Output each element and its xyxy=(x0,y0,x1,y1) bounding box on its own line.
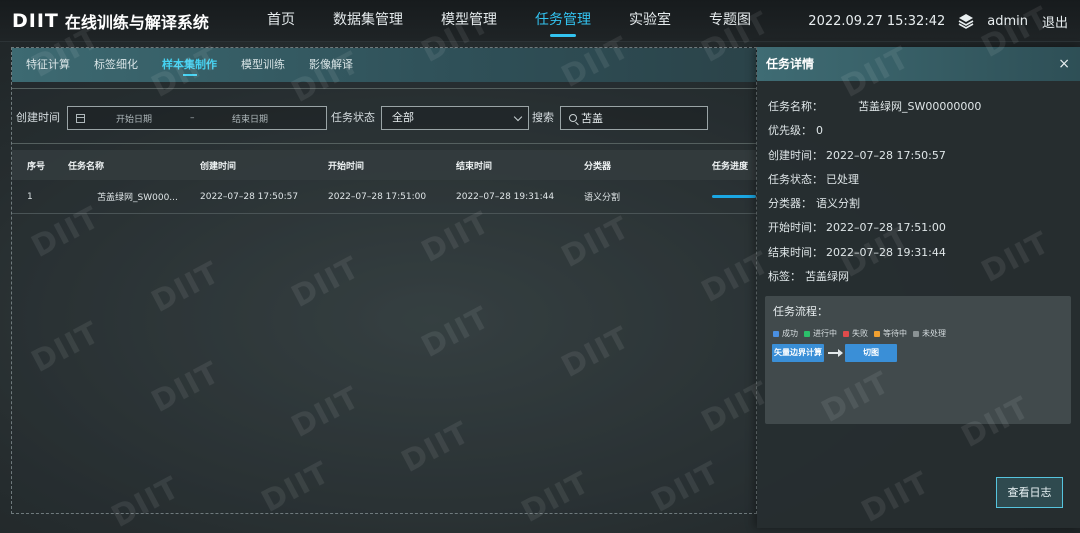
nav-item-thematic-map[interactable]: 专题图 xyxy=(690,0,770,42)
field-value: 2022–07–28 19:31:44 xyxy=(826,245,946,259)
field-value: 0 xyxy=(816,124,823,138)
start-date-input[interactable]: 开始日期 xyxy=(116,112,152,125)
field-created: 创建时间： 2022–07–28 17:50:57 xyxy=(768,147,981,171)
field-value: 苫盖绿网_SW00000000 xyxy=(858,100,982,113)
field-tag: 标签： 苫盖绿网 xyxy=(768,268,981,292)
table-header: 序号 任务名称 创建时间 开始时间 结束时间 分类器 任务进度 xyxy=(12,150,756,180)
field-value: 已处理 xyxy=(826,172,859,186)
status-select-value: 全部 xyxy=(392,111,414,124)
nav-item-lab[interactable]: 实验室 xyxy=(610,0,690,42)
progress-bar xyxy=(712,195,756,198)
legend-success: 成功 xyxy=(773,328,798,339)
cell-end: 2022–07–28 19:31:44 xyxy=(456,191,555,202)
col-index: 序号 xyxy=(27,161,46,172)
search-input[interactable] xyxy=(581,111,701,125)
col-created: 创建时间 xyxy=(200,161,237,172)
view-log-button[interactable]: 查看日志 xyxy=(996,477,1063,508)
field-value: 2022–07–28 17:50:57 xyxy=(826,148,946,162)
search-icon xyxy=(569,114,577,122)
cell-progress xyxy=(712,195,756,198)
logo: DIIT xyxy=(12,10,59,32)
col-task-name: 任务名称 xyxy=(68,161,105,172)
search-field[interactable] xyxy=(560,106,708,130)
col-classifier: 分类器 xyxy=(584,161,612,172)
field-value: 语义分割 xyxy=(816,197,860,211)
task-list-panel: 特征计算 标签细化 样本集制作 模型训练 影像解译 创建时间 开始日期 – 结束… xyxy=(11,47,757,514)
field-key: 结束时间： xyxy=(768,245,823,259)
cell-created: 2022–07–28 17:50:57 xyxy=(200,191,299,202)
field-key: 任务名称： xyxy=(768,100,823,113)
tab-label-refine[interactable]: 标签细化 xyxy=(82,48,150,82)
field-key: 任务状态： xyxy=(768,172,823,186)
arrow-right-icon xyxy=(828,349,843,357)
tab-model-train[interactable]: 模型训练 xyxy=(229,48,297,82)
flow-step-tiling[interactable]: 切图 xyxy=(845,344,897,362)
detail-header: 任务详情 × xyxy=(757,47,1080,81)
flow-step-vector-boundary[interactable]: 矢量边界计算 xyxy=(772,344,824,362)
field-status: 任务状态： 已处理 xyxy=(768,171,981,195)
field-value: 2022–07–28 17:51:00 xyxy=(826,221,946,235)
legend-pending: 未处理 xyxy=(913,328,946,339)
field-key: 标签： xyxy=(768,270,801,284)
nav-item-home[interactable]: 首页 xyxy=(248,0,314,42)
date-range-picker[interactable]: 开始日期 – 结束日期 xyxy=(67,106,327,130)
cell-task-name[interactable]: 苫盖绿网_SW000... xyxy=(68,190,200,203)
table-row[interactable]: 1 苫盖绿网_SW000... 2022–07–28 17:50:57 2022… xyxy=(12,180,756,214)
field-end: 结束时间： 2022–07–28 19:31:44 xyxy=(768,244,981,268)
layers-icon[interactable] xyxy=(958,13,974,29)
tab-feature-calc[interactable]: 特征计算 xyxy=(14,48,82,82)
nav-item-model-management[interactable]: 模型管理 xyxy=(422,0,516,42)
field-start: 开始时间： 2022–07–28 17:51:00 xyxy=(768,219,981,243)
field-value: 苫盖绿网 xyxy=(805,270,849,284)
field-key: 优先级： xyxy=(768,124,812,138)
legend-waiting: 等待中 xyxy=(874,328,907,339)
field-classifier: 分类器： 语义分割 xyxy=(768,195,981,219)
cell-classifier: 语义分割 xyxy=(584,193,621,203)
task-flow: 任务流程： 成功 进行中 失败 等待中 未处理 矢量边界计算 切图 xyxy=(765,296,1071,424)
field-key: 分类器： xyxy=(768,197,812,211)
cell-index: 1 xyxy=(27,191,33,202)
cell-start: 2022–07–28 17:51:00 xyxy=(328,191,427,202)
range-separator: – xyxy=(190,113,195,123)
detail-fields: 任务名称： 苫盖绿网_SW00000000 优先级： 0 创建时间： 2022–07–… xyxy=(768,98,981,292)
nav-item-task-management[interactable]: 任务管理 xyxy=(516,0,610,42)
close-icon[interactable]: × xyxy=(1058,47,1070,81)
datetime: 2022.09.27 15:32:42 xyxy=(808,13,946,29)
legend-failed: 失败 xyxy=(843,328,868,339)
app-title: 在线训练与解译系统 xyxy=(64,13,209,32)
field-key: 创建时间： xyxy=(768,148,823,162)
flow-legend: 成功 进行中 失败 等待中 未处理 xyxy=(773,328,952,339)
col-progress: 任务进度 xyxy=(712,161,749,172)
legend-running: 进行中 xyxy=(804,328,837,339)
search-label: 搜索 xyxy=(532,111,554,124)
username[interactable]: admin xyxy=(987,14,1028,29)
brand[interactable]: DIIT 在线训练与解译系统 xyxy=(12,9,209,33)
col-start: 开始时间 xyxy=(328,161,365,172)
calendar-icon xyxy=(76,113,85,123)
detail-title: 任务详情 xyxy=(766,57,815,71)
col-end: 结束时间 xyxy=(456,161,493,172)
created-time-label: 创建时间 xyxy=(16,111,60,124)
header-right: 2022.09.27 15:32:42 admin 退出 xyxy=(808,0,1068,42)
field-priority: 优先级： 0 xyxy=(768,122,981,146)
end-date-input[interactable]: 结束日期 xyxy=(232,112,268,125)
task-table: 序号 任务名称 创建时间 开始时间 结束时间 分类器 任务进度 1 苫盖绿网_S… xyxy=(12,150,756,214)
flow-title: 任务流程： xyxy=(773,305,828,318)
tab-sample-set[interactable]: 样本集制作 xyxy=(150,48,229,82)
status-select[interactable]: 全部 xyxy=(381,106,529,130)
tab-image-interpret[interactable]: 影像解译 xyxy=(297,48,365,82)
field-key: 开始时间： xyxy=(768,221,823,235)
status-label: 任务状态 xyxy=(331,111,375,124)
main-nav: 首页 数据集管理 模型管理 任务管理 实验室 专题图 xyxy=(248,0,770,42)
top-navbar: DIIT 在线训练与解译系统 首页 数据集管理 模型管理 任务管理 实验室 专题… xyxy=(0,0,1080,42)
subtab-bar: 特征计算 标签细化 样本集制作 模型训练 影像解译 xyxy=(12,48,756,82)
nav-item-dataset-management[interactable]: 数据集管理 xyxy=(314,0,422,42)
field-task-name: 任务名称： 苫盖绿网_SW00000000 xyxy=(768,98,981,122)
task-detail-panel: 任务详情 × 任务名称： 苫盖绿网_SW00000000 优先级： 0 创建时间： 2… xyxy=(757,47,1080,528)
logout-link[interactable]: 退出 xyxy=(1042,12,1068,31)
filter-bar: 创建时间 开始日期 – 结束日期 任务状态 全部 搜索 xyxy=(12,88,756,144)
chevron-down-icon xyxy=(513,112,523,122)
